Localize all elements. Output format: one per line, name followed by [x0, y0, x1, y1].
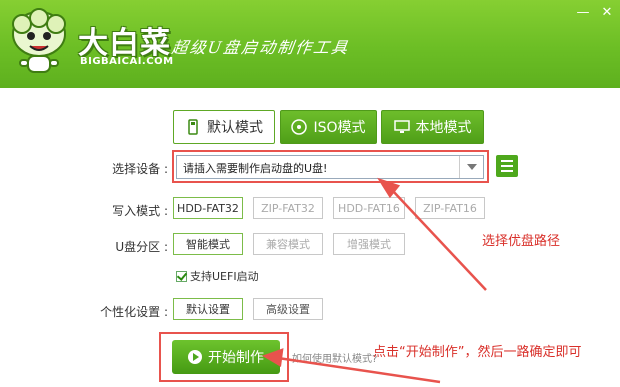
- uefi-label: 支持UEFI启动: [190, 270, 259, 283]
- personalize-default[interactable]: 默认设置: [173, 298, 243, 320]
- device-annotation-text: 选择优盘路径: [482, 234, 561, 249]
- tab-label: 本地模式: [415, 120, 472, 136]
- minimize-button[interactable]: —: [574, 6, 592, 20]
- uefi-checkbox[interactable]: [176, 270, 187, 282]
- app-header: 大白菜 BIGBAICAI.COM 超级U盘启动制作工具 — ✕: [0, 0, 620, 88]
- tab-local-mode[interactable]: 本地模式: [381, 110, 484, 144]
- personalize-advanced[interactable]: 高级设置: [253, 298, 323, 320]
- partition-enhanced-mode[interactable]: 增强模式: [333, 233, 405, 255]
- tab-label: 默认模式: [207, 120, 263, 136]
- tab-iso-mode[interactable]: ISO模式: [280, 110, 377, 144]
- uefi-checkbox-row[interactable]: 支持UEFI启动: [176, 268, 259, 284]
- start-highlight-box: [159, 332, 289, 382]
- device-highlight-box: [172, 150, 489, 183]
- write-mode-hdd-fat16[interactable]: HDD-FAT16: [333, 197, 405, 219]
- write-mode-label: 写入模式 :: [112, 204, 168, 218]
- slogan: 超级U盘启动制作工具: [170, 38, 351, 57]
- menu-icon[interactable]: [496, 155, 518, 177]
- brand-url: BIGBAICAI.COM: [80, 56, 174, 67]
- partition-compat-mode[interactable]: 兼容模式: [253, 233, 323, 255]
- start-annotation-text: 点击“开始制作”，然后一路确定即可: [373, 345, 582, 360]
- personalize-label: 个性化设置 :: [100, 305, 168, 319]
- usb-drive-icon: [188, 119, 198, 135]
- close-button[interactable]: ✕: [598, 6, 616, 20]
- disc-icon: [291, 119, 308, 135]
- write-mode-zip-fat16[interactable]: ZIP-FAT16: [415, 197, 485, 219]
- partition-label: U盘分区 :: [115, 240, 168, 254]
- help-link[interactable]: 如何使用默认模式?: [292, 350, 377, 365]
- tab-default-mode[interactable]: 默认模式: [173, 110, 275, 144]
- device-label: 选择设备 :: [112, 162, 168, 176]
- tab-label: ISO模式: [313, 120, 366, 136]
- write-mode-hdd-fat32[interactable]: HDD-FAT32: [173, 197, 243, 219]
- cabbage-mascot-logo: [12, 8, 66, 73]
- partition-smart-mode[interactable]: 智能模式: [173, 233, 243, 255]
- write-mode-zip-fat32[interactable]: ZIP-FAT32: [253, 197, 323, 219]
- monitor-icon: [393, 120, 410, 133]
